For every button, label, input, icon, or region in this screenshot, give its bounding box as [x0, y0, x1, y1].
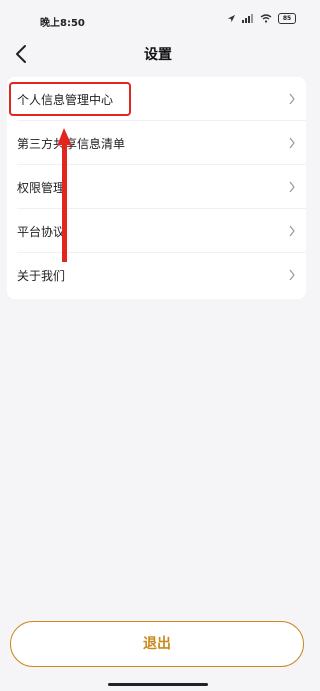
logout-button[interactable]: 退出	[10, 621, 304, 667]
wifi-icon	[260, 14, 272, 23]
menu-item-permissions[interactable]: 权限管理	[7, 165, 306, 209]
menu-item-third-party-sharing[interactable]: 第三方共享信息清单	[7, 121, 306, 165]
menu-item-label: 权限管理	[17, 181, 66, 195]
chevron-right-icon	[289, 269, 295, 281]
signal-icon	[242, 14, 253, 23]
menu-item-label: 第三方共享信息清单	[17, 137, 126, 151]
page-title: 设置	[144, 47, 172, 63]
status-icons: 85	[227, 13, 296, 24]
menu-item-about-us[interactable]: 关于我们	[7, 253, 306, 297]
menu-item-label: 平台协议	[17, 225, 66, 239]
chevron-right-icon	[289, 93, 295, 105]
chevron-right-icon	[289, 225, 295, 237]
chevron-right-icon	[289, 181, 295, 193]
settings-menu: 个人信息管理中心 第三方共享信息清单 权限管理 平台协议 关于我们	[7, 77, 306, 299]
home-indicator	[108, 683, 208, 686]
menu-item-label: 个人信息管理中心	[17, 93, 114, 107]
menu-item-platform-agreement[interactable]: 平台协议	[7, 209, 306, 253]
status-time: 晚上8:50	[40, 18, 85, 29]
battery-icon: 85	[278, 13, 296, 24]
menu-item-personal-info[interactable]: 个人信息管理中心	[7, 77, 306, 121]
location-icon	[227, 14, 236, 23]
chevron-right-icon	[289, 137, 295, 149]
header: 设置	[0, 36, 316, 72]
status-bar: 晚上8:50 85	[0, 0, 316, 36]
menu-item-label: 关于我们	[17, 269, 66, 283]
